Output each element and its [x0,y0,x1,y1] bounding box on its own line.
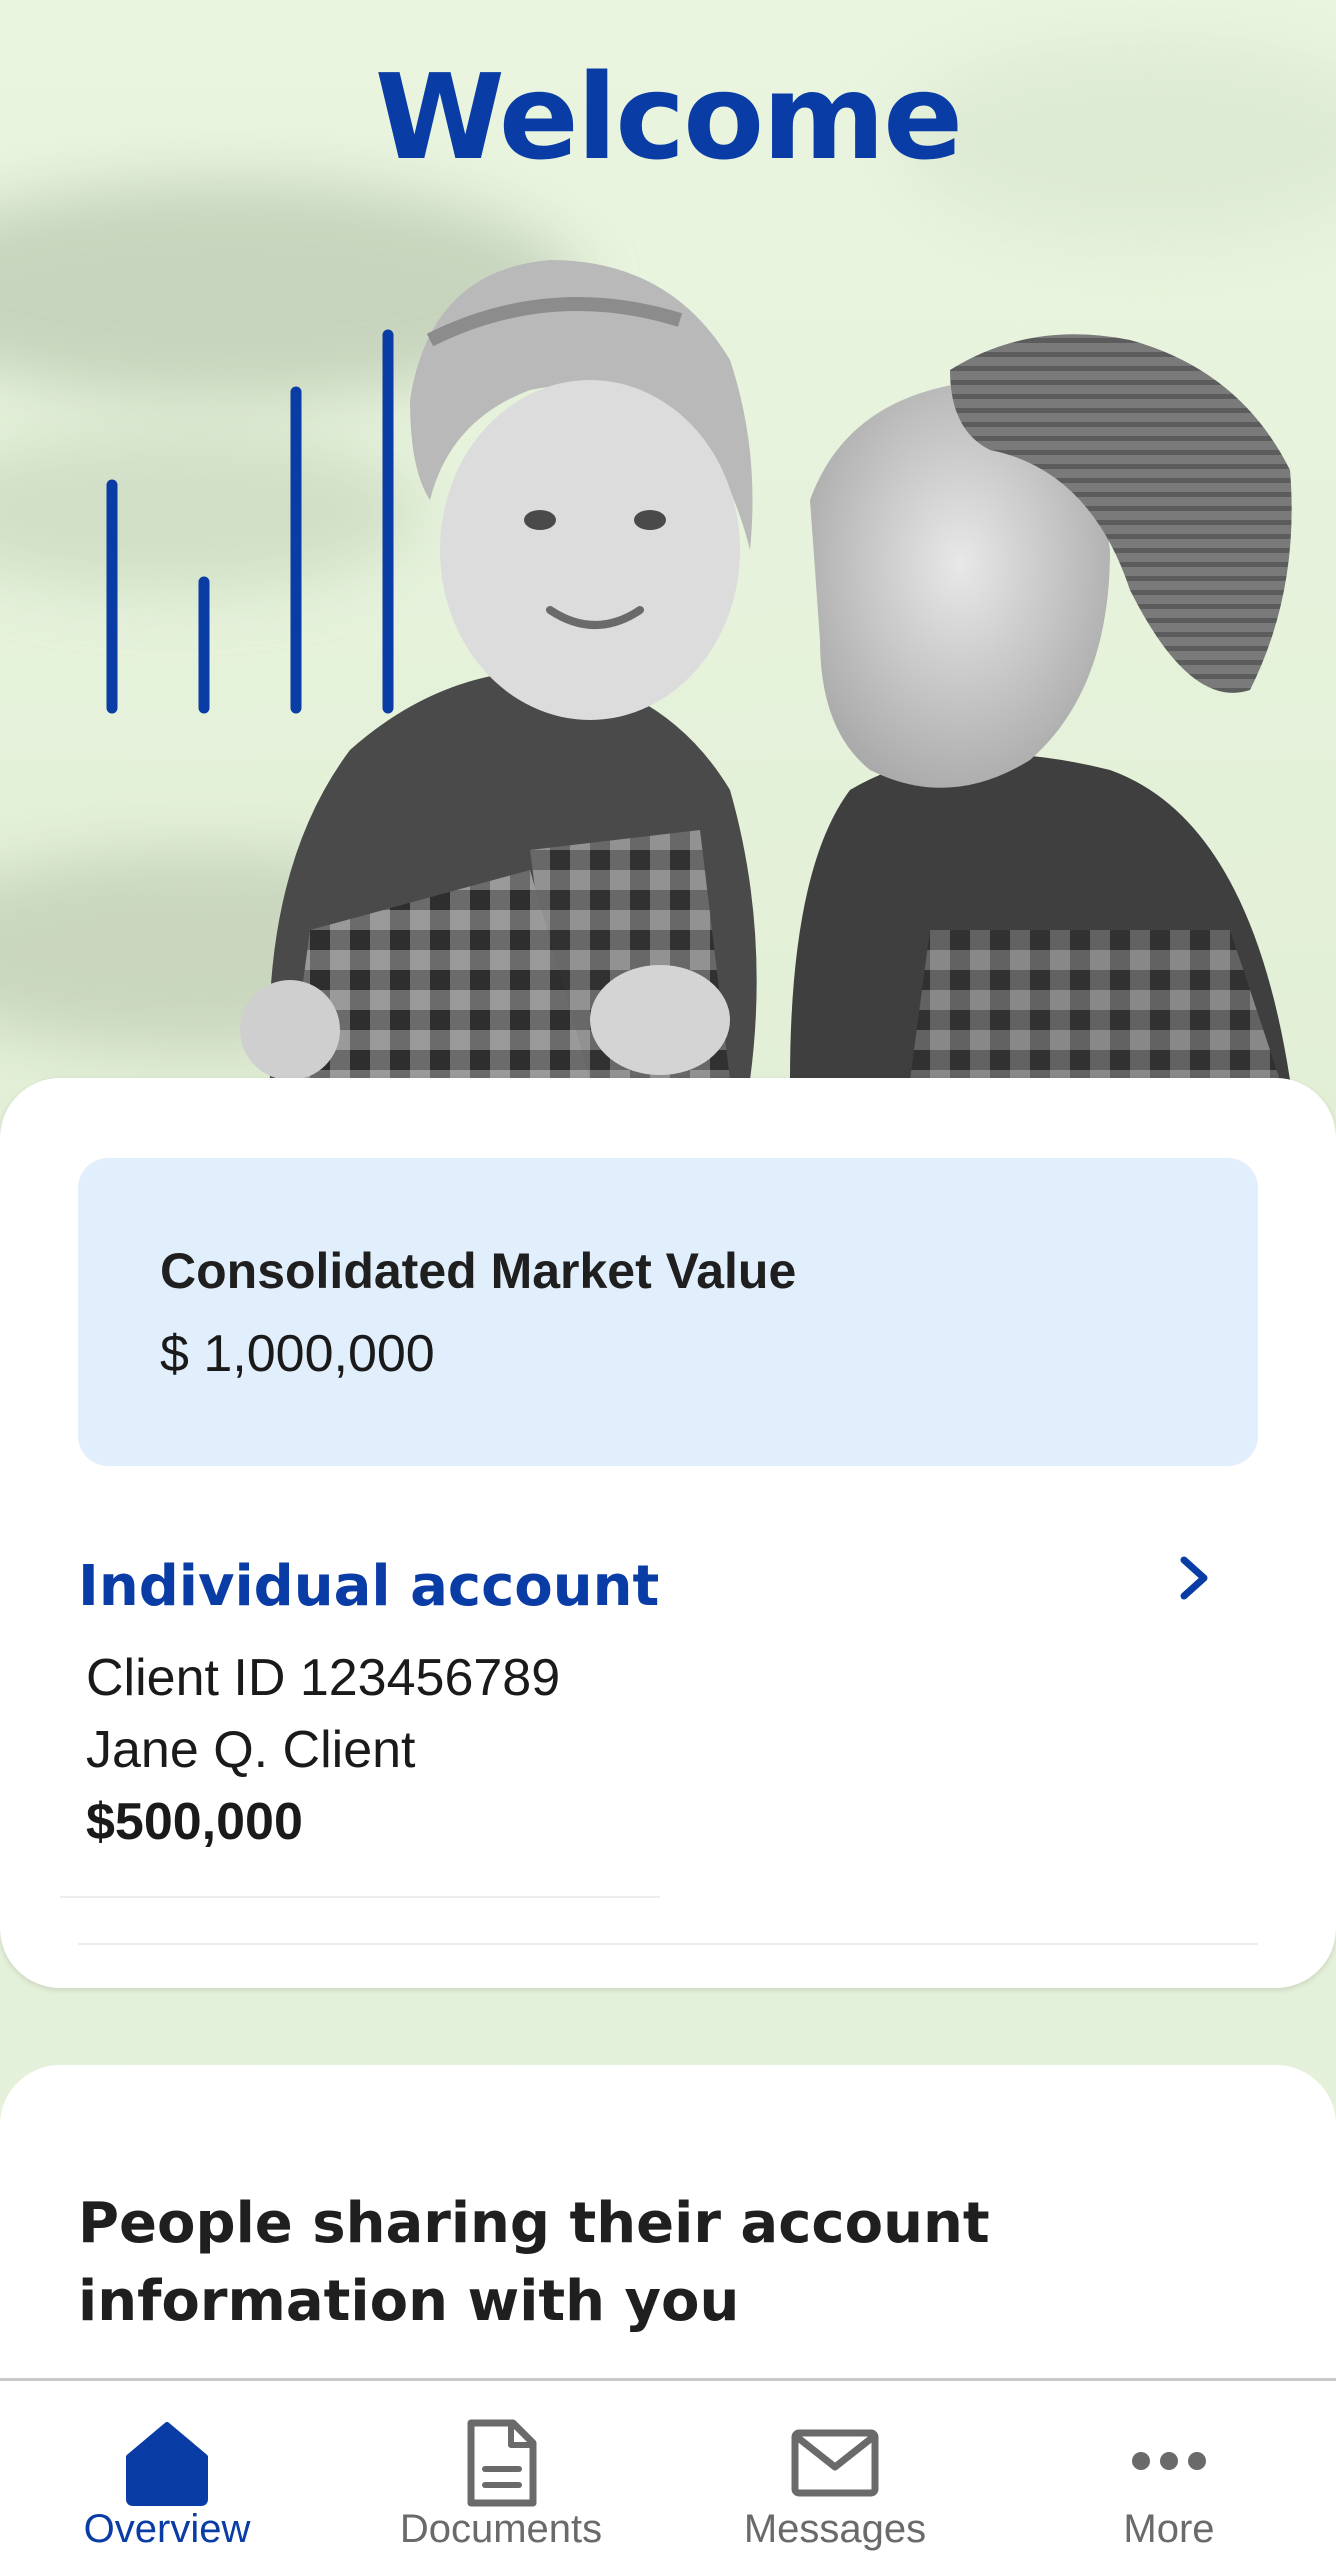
chevron-right-icon[interactable] [1170,1548,1220,1608]
divider [60,1896,660,1898]
home-icon [126,2422,208,2506]
tab-messages-label: Messages [743,2507,927,2551]
consolidated-market-value-amount: $ 1,000,000 [160,1325,435,1383]
more-icon [1132,2452,1206,2470]
hero-photo [240,260,1292,1080]
tab-overview[interactable]: Overview [0,2381,334,2560]
divider [78,1943,1258,1945]
document-icon [467,2419,537,2507]
consolidated-market-value-panel: Consolidated Market Value $ 1,000,000 [78,1158,1258,1466]
mail-icon [791,2429,879,2497]
client-name: Jane Q. Client [86,1721,416,1779]
tab-documents-label: Documents [399,2507,603,2551]
sharing-title: People sharing their account information… [78,2191,990,2334]
consolidated-market-value-label: Consolidated Market Value [160,1243,797,1299]
tab-messages[interactable]: Messages [668,2381,1002,2560]
tab-documents[interactable]: Documents [334,2381,668,2560]
tab-overview-label: Overview [83,2507,251,2551]
tab-more-label: More [1123,2507,1215,2551]
account-balance: $500,000 [86,1793,303,1851]
client-id: Client ID 123456789 [86,1649,561,1707]
accounts-card: Consolidated Market Value $ 1,000,000 In… [0,1078,1336,1988]
hero-banner: Welcome [0,0,1336,1080]
individual-account-link[interactable]: Individual account [78,1554,659,1619]
app-screen: Welcome Consolidated Market Value $ 1,00… [0,0,1336,2560]
bottom-navigation: Overview Documents Messages More [0,2378,1336,2560]
tab-more[interactable]: More [1002,2381,1336,2560]
